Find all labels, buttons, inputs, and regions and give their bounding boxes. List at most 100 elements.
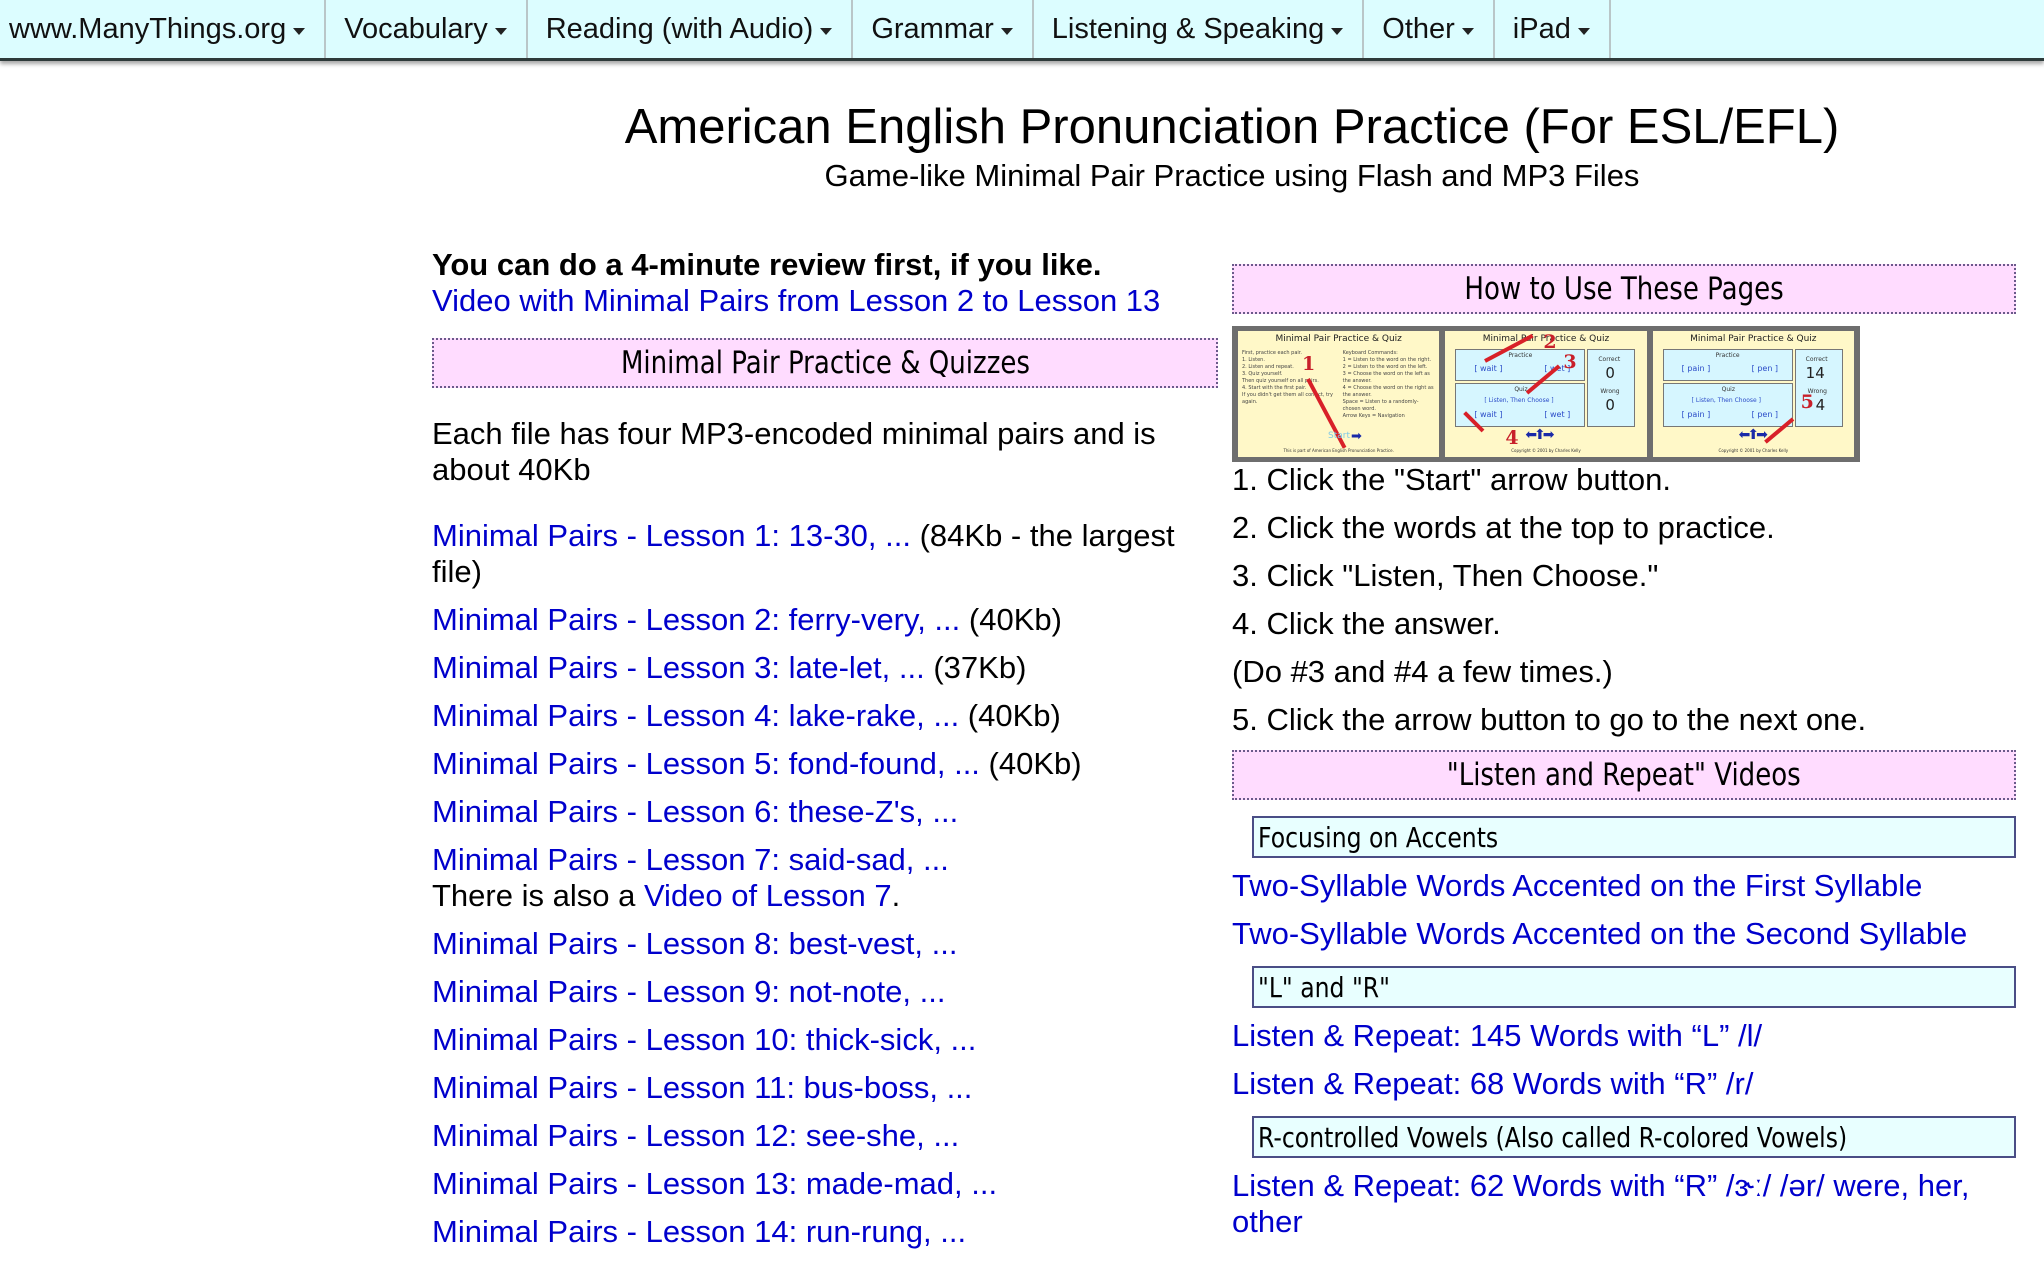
video-link[interactable]: Listen & Repeat: 62 Words with “R” /ɝː/ … xyxy=(1232,1168,1969,1239)
note-text: . xyxy=(891,878,901,913)
panel-text-line: 2. Listen and repeat. xyxy=(1242,364,1294,370)
lesson-link[interactable]: Minimal Pairs - Lesson 13: made-mad, ... xyxy=(432,1166,997,1201)
lesson-link[interactable]: Minimal Pairs - Lesson 3: late-let, ... xyxy=(432,650,925,685)
lesson-link[interactable]: Minimal Pairs - Lesson 8: best-vest, ... xyxy=(432,926,957,961)
lesson-link[interactable]: Minimal Pairs - Lesson 14: run-rung, ... xyxy=(432,1214,966,1249)
left-column: You can do a 4-minute review first, if y… xyxy=(432,244,1218,1262)
lesson-link[interactable]: Minimal Pairs - Lesson 1: 13-30, ... xyxy=(432,518,911,553)
file-size-note: (40Kb) xyxy=(959,698,1061,733)
top-nav-bar: www.ManyThings.org Vocabulary Reading (w… xyxy=(0,0,2044,61)
nav-menu-reading[interactable]: Reading (with Audio) xyxy=(528,0,854,58)
caret-down-icon xyxy=(293,27,306,35)
lesson-link[interactable]: Minimal Pairs - Lesson 7: said-sad, ... xyxy=(432,842,949,877)
wrong-count: 4 xyxy=(1815,396,1826,414)
panel-text-line: First, practice each pair. xyxy=(1242,350,1302,356)
section-header-how-to: How to Use These Pages xyxy=(1232,264,2016,314)
lesson-link[interactable]: Minimal Pairs - Lesson 11: bus-boss, ... xyxy=(432,1070,972,1105)
video-group-header: Focusing on Accents xyxy=(1252,816,2016,858)
lesson-link[interactable]: Minimal Pairs - Lesson 4: lake-rake, ... xyxy=(432,698,959,733)
panel-text-line: Keyboard Commands: xyxy=(1342,350,1398,356)
panel-text-line: 4 = Choose the word on the right as the … xyxy=(1342,385,1434,398)
lesson-item: Minimal Pairs - Lesson 1: 13-30, ... (84… xyxy=(432,518,1218,590)
video-item: Listen & Repeat: 145 Words with “L” /l/ xyxy=(1232,1018,2016,1054)
step-marker: 1 xyxy=(1302,353,1316,375)
lesson-item: Minimal Pairs - Lesson 8: best-vest, ... xyxy=(432,926,1218,962)
panel-text-line: 1 = Listen to the word on the right. xyxy=(1342,357,1432,363)
video-link[interactable]: Listen & Repeat: 145 Words with “L” /l/ xyxy=(1232,1018,1762,1053)
panel-title: Minimal Pair Practice & Quiz xyxy=(1275,334,1402,344)
nav-label: Listening & Speaking xyxy=(1051,12,1325,45)
lesson-link[interactable]: Minimal Pairs - Lesson 9: not-note, ... xyxy=(432,974,945,1009)
caret-down-icon xyxy=(1331,27,1344,35)
listen-choose-label: [ Listen, Then Choose ] xyxy=(1691,397,1761,404)
howto-panel-practice: Minimal Pair Practice & Quiz Practice [ … xyxy=(1445,331,1647,457)
panel-footer: Copyright © 2001 by Charles Kelly xyxy=(1718,448,1789,453)
video-link[interactable]: Listen & Repeat: 68 Words with “R” /r/ xyxy=(1232,1066,1753,1101)
step-marker: 5 xyxy=(1800,391,1814,413)
nav-label: iPad xyxy=(1512,12,1571,45)
lesson-link[interactable]: Minimal Pairs - Lesson 2: ferry-very, ..… xyxy=(432,602,960,637)
lesson-link[interactable]: Minimal Pairs - Lesson 10: thick-sick, .… xyxy=(432,1022,976,1057)
panel-text-line: Then quiz yourself on all pairs. xyxy=(1242,378,1319,384)
video-link[interactable]: Two-Syllable Words Accented on the Secon… xyxy=(1232,916,1967,951)
nav-menu-other[interactable]: Other xyxy=(1364,0,1495,58)
video-groups: Focusing on Accents Two-Syllable Words Ac… xyxy=(1232,816,2016,1240)
nav-menu-ipad[interactable]: iPad xyxy=(1495,0,1611,58)
nav-label: Grammar xyxy=(871,12,994,45)
file-size-note: (40Kb) xyxy=(979,746,1082,781)
lesson-item: Minimal Pairs - Lesson 7: said-sad, ... T… xyxy=(432,842,1218,914)
nav-menu-grammar[interactable]: Grammar xyxy=(853,0,1034,58)
word-option: [ pain ] xyxy=(1681,410,1711,419)
nav-menu-manythings[interactable]: www.ManyThings.org xyxy=(0,0,327,58)
video-group-header: "L" and "R" xyxy=(1252,966,2016,1008)
panel-text-line: 4. Start with the first pair. xyxy=(1242,385,1307,391)
nav-label: Other xyxy=(1382,12,1455,45)
review-text: You can do a 4-minute review first, if y… xyxy=(432,247,1102,282)
caret-down-icon xyxy=(820,27,833,35)
video-link[interactable]: Two-Syllable Words Accented on the First… xyxy=(1232,868,1922,903)
right-column: How to Use These Pages Minimal Pair Prac… xyxy=(1232,244,2016,1252)
nav-menu-vocabulary[interactable]: Vocabulary xyxy=(326,0,528,58)
panel-text-line: 3. Quiz yourself. xyxy=(1242,371,1283,377)
lesson-link[interactable]: Minimal Pairs - Lesson 6: these-Z's, ... xyxy=(432,794,958,829)
word-option: [ wait ] xyxy=(1474,410,1503,419)
panel-text-line: Space = Listen to a randomly-chosen word… xyxy=(1342,399,1419,412)
practice-box: Practice [ pain ] [ pen ] xyxy=(1662,349,1793,381)
score-box: Correct 14 Wrong 4 xyxy=(1794,349,1843,427)
quiz-label: Quiz xyxy=(1721,386,1735,393)
instruction-step: 1. Click the "Start" arrow button. xyxy=(1232,462,1671,497)
nav-menu-listening-speaking[interactable]: Listening & Speaking xyxy=(1034,0,1365,58)
caret-down-icon xyxy=(1000,27,1013,35)
panel-footer: This is part of American English Pronunc… xyxy=(1283,448,1394,453)
nav-label: www.ManyThings.org xyxy=(9,12,287,45)
review-video-link[interactable]: Video with Minimal Pairs from Lesson 2 t… xyxy=(432,283,1160,318)
practice-label: Practice xyxy=(1508,352,1533,359)
file-size-note: (37Kb) xyxy=(924,650,1027,685)
panel-footer: Copyright © 2001 by Charles Kelly xyxy=(1511,448,1581,453)
section-header-title: Minimal Pair Practice & Quizzes xyxy=(620,345,1030,381)
lesson7-video-note: There is also a Video of Lesson 7. xyxy=(432,878,1218,914)
navigation-arrows-icon: ⬅⬆➡ xyxy=(1525,427,1554,443)
word-option: [ wait ] xyxy=(1474,364,1503,373)
lesson-list: Minimal Pairs - Lesson 1: 13-30, ... (84… xyxy=(432,518,1218,1250)
panel-keyboard-commands: Keyboard Commands: 1 = Listen to the word… xyxy=(1339,350,1440,420)
practice-label: Practice xyxy=(1715,352,1740,359)
note-text: There is also a xyxy=(432,878,644,913)
lesson-item: Minimal Pairs - Lesson 11: bus-boss, ... xyxy=(432,1070,1218,1106)
instruction-step: 5. Click the arrow button to go to the n… xyxy=(1232,702,1867,737)
section-header-title: How to Use These Pages xyxy=(1464,271,1784,307)
panel-text-line: 1. Listen. xyxy=(1242,357,1265,363)
lesson-item: Minimal Pairs - Lesson 5: fond-found, ..… xyxy=(432,746,1218,782)
lesson-link[interactable]: Minimal Pairs - Lesson 12: see-she, ... xyxy=(432,1118,959,1153)
lesson7-video-link[interactable]: Video of Lesson 7 xyxy=(644,878,892,913)
section-header-minimal-pairs: Minimal Pair Practice & Quizzes xyxy=(432,338,1218,388)
correct-count: 14 xyxy=(1805,364,1825,382)
step-marker: 2 xyxy=(1543,331,1557,353)
video-group-title: "L" and "R" xyxy=(1258,970,1390,1004)
word-option: [ pen ] xyxy=(1751,410,1779,419)
lesson-item: Minimal Pairs - Lesson 9: not-note, ... xyxy=(432,974,1218,1010)
score-box: Correct 0 Wrong 0 xyxy=(1587,349,1636,427)
lesson-item: Minimal Pairs - Lesson 12: see-she, ... xyxy=(432,1118,1218,1154)
lesson-item: Minimal Pairs - Lesson 4: lake-rake, ...… xyxy=(432,698,1218,734)
lesson-link[interactable]: Minimal Pairs - Lesson 5: fond-found, ..… xyxy=(432,746,980,781)
